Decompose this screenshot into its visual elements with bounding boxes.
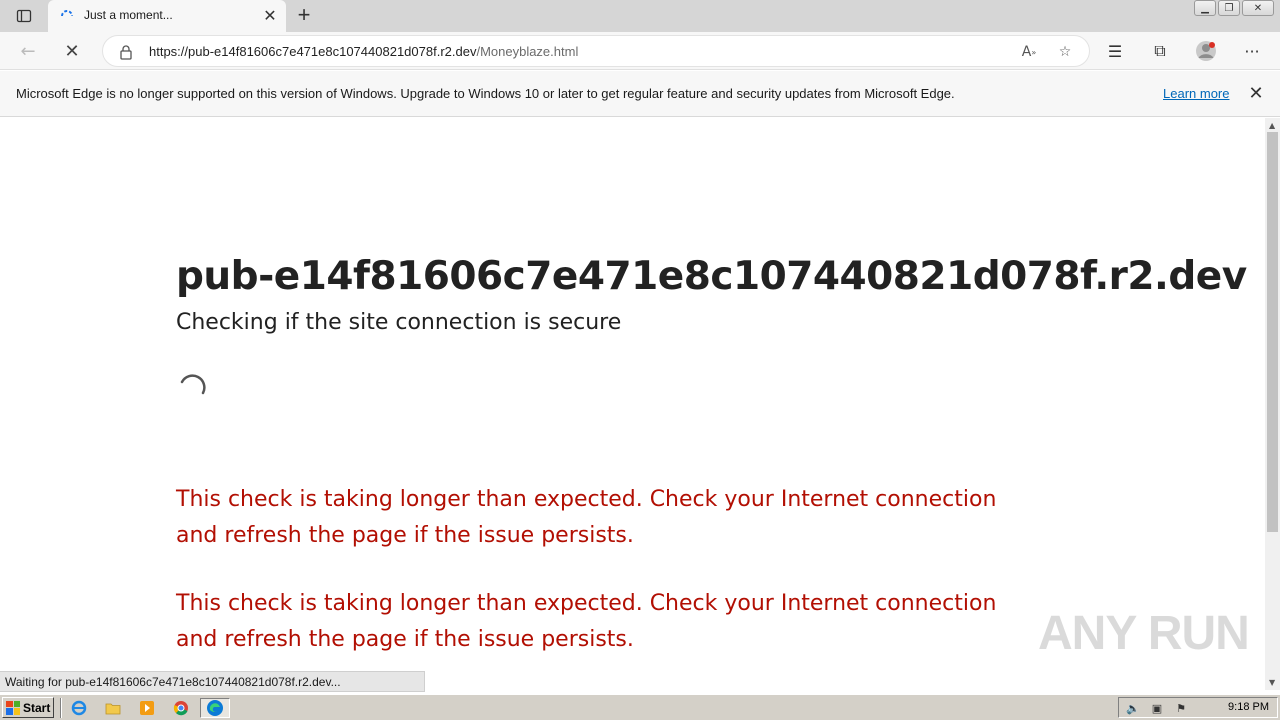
- vertical-scrollbar[interactable]: ▲ ▼: [1265, 118, 1280, 690]
- infobar-close-icon[interactable]: ✕: [1246, 84, 1266, 104]
- tab-actions-button[interactable]: [8, 4, 40, 28]
- url-host: https://pub-e14f81606c7e471e8c107440821d…: [149, 44, 477, 59]
- tab-actions-icon: [16, 9, 32, 23]
- read-aloud-icon[interactable]: A»: [1019, 42, 1039, 62]
- start-label: Start: [23, 700, 51, 715]
- status-text: Waiting for pub-e14f81606c7e471e8c107440…: [5, 675, 341, 689]
- network-icon[interactable]: ▣: [1149, 700, 1165, 716]
- avatar-icon: [1196, 41, 1216, 61]
- start-button[interactable]: Start: [2, 697, 54, 718]
- slow-check-warning: This check is taking longer than expecte…: [176, 487, 997, 548]
- chrome-icon[interactable]: [170, 698, 192, 718]
- media-player-icon[interactable]: [136, 698, 158, 718]
- back-button[interactable]: ←: [14, 38, 42, 64]
- window-controls: ▁ ❐ ✕: [1194, 0, 1274, 16]
- check-subheading: Checking if the site connection is secur…: [176, 310, 622, 335]
- scroll-down-icon[interactable]: ▼: [1269, 678, 1275, 687]
- status-bubble: Waiting for pub-e14f81606c7e471e8c107440…: [0, 671, 425, 692]
- stop-loading-button[interactable]: ✕: [58, 38, 86, 64]
- tab-title: Just a moment...: [84, 8, 173, 22]
- favorites-icon[interactable]: ☰: [1102, 38, 1128, 64]
- taskbar: Start 🔈 ▣ ⚑ 9:18 PM: [0, 694, 1280, 720]
- stop-icon: ✕: [64, 40, 80, 62]
- system-tray: 🔈 ▣ ⚑ 9:18 PM: [1118, 697, 1278, 718]
- profile-avatar[interactable]: [1193, 38, 1219, 64]
- navigation-bar: ← ✕ https://pub-e14f81606c7e471e8c107440…: [0, 32, 1280, 70]
- learn-more-link[interactable]: Learn more: [1163, 86, 1229, 101]
- add-favorite-icon[interactable]: ☆: [1055, 42, 1075, 62]
- slow-check-warning: This check is taking longer than expecte…: [176, 591, 997, 652]
- url-path: /Moneyblaze.html: [476, 44, 579, 59]
- action-center-flag-icon[interactable]: ⚑: [1173, 700, 1189, 716]
- restore-button[interactable]: ❐: [1218, 0, 1240, 16]
- edge-icon[interactable]: [200, 698, 230, 718]
- collections-icon[interactable]: ⧉: [1147, 38, 1173, 64]
- loading-spinner-icon: [61, 10, 73, 17]
- tab-strip: Just a moment... ✕ + ▁ ❐ ✕: [0, 0, 1280, 32]
- close-window-button[interactable]: ✕: [1242, 0, 1274, 16]
- taskbar-separator: [60, 698, 62, 718]
- url-text[interactable]: https://pub-e14f81606c7e471e8c107440821d…: [149, 44, 578, 59]
- address-bar[interactable]: https://pub-e14f81606c7e471e8c107440821d…: [102, 35, 1090, 67]
- windows-logo-icon: [6, 700, 20, 715]
- clock[interactable]: 9:18 PM: [1228, 701, 1269, 713]
- back-arrow-icon: ←: [20, 40, 36, 62]
- folder-icon[interactable]: [102, 698, 124, 718]
- unsupported-os-infobar: Microsoft Edge is no longer supported on…: [0, 71, 1280, 117]
- tab-active[interactable]: Just a moment... ✕: [48, 0, 286, 32]
- lock-icon: [120, 45, 132, 60]
- tab-close-icon[interactable]: ✕: [262, 8, 278, 24]
- minimize-button[interactable]: ▁: [1194, 0, 1216, 16]
- scroll-thumb[interactable]: [1267, 132, 1278, 532]
- new-tab-button[interactable]: +: [292, 4, 316, 28]
- ie-icon[interactable]: [68, 698, 90, 718]
- volume-icon[interactable]: 🔈: [1125, 700, 1141, 716]
- loading-spinner-icon: [180, 374, 206, 395]
- site-heading: pub-e14f81606c7e471e8c107440821d078f.r2.…: [176, 254, 1247, 299]
- settings-more-icon[interactable]: ···: [1239, 38, 1265, 64]
- page-content: pub-e14f81606c7e471e8c107440821d078f.r2.…: [0, 118, 1265, 690]
- scroll-up-icon[interactable]: ▲: [1269, 121, 1275, 130]
- infobar-message: Microsoft Edge is no longer supported on…: [16, 86, 955, 101]
- anyrun-watermark: ANY RUN: [1038, 607, 1250, 660]
